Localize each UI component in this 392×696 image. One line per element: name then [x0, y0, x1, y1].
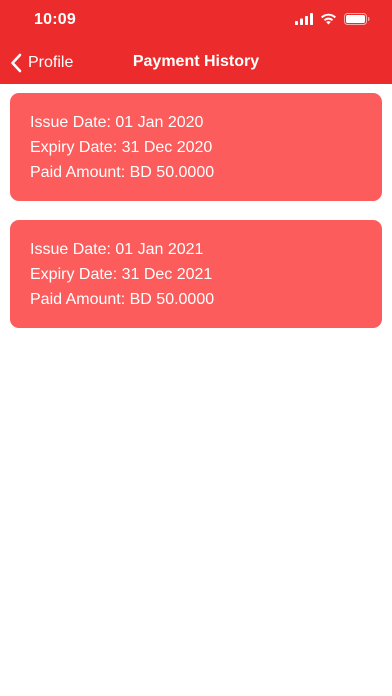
wifi-icon [321, 13, 336, 25]
app-header: 10:09 Profile Payment History [0, 0, 392, 84]
payment-card: Issue Date: 01 Jan 2021 Expiry Date: 31 … [10, 220, 382, 328]
page-title: Payment History [132, 53, 260, 70]
cellular-signal-icon [295, 13, 313, 25]
issue-date: Issue Date: 01 Jan 2021 [30, 241, 204, 258]
expiry-date: Expiry Date: 31 Dec 2021 [30, 266, 213, 283]
payment-card: Issue Date: 01 Jan 2020 Expiry Date: 31 … [10, 93, 382, 201]
status-icons [295, 13, 370, 25]
issue-date: Issue Date: 01 Jan 2020 [30, 114, 204, 131]
status-bar: 10:09 [0, 0, 392, 42]
expiry-date: Expiry Date: 31 Dec 2020 [30, 139, 213, 156]
status-time: 10:09 [34, 11, 76, 28]
payment-history-screen: 10:09 Profile Payment History Issue Date… [0, 0, 392, 696]
battery-icon [344, 13, 370, 25]
paid-amount: Paid Amount: BD 50.0000 [30, 164, 215, 181]
paid-amount: Paid Amount: BD 50.0000 [30, 291, 215, 308]
navigation-bar: Profile Payment History [0, 44, 392, 84]
